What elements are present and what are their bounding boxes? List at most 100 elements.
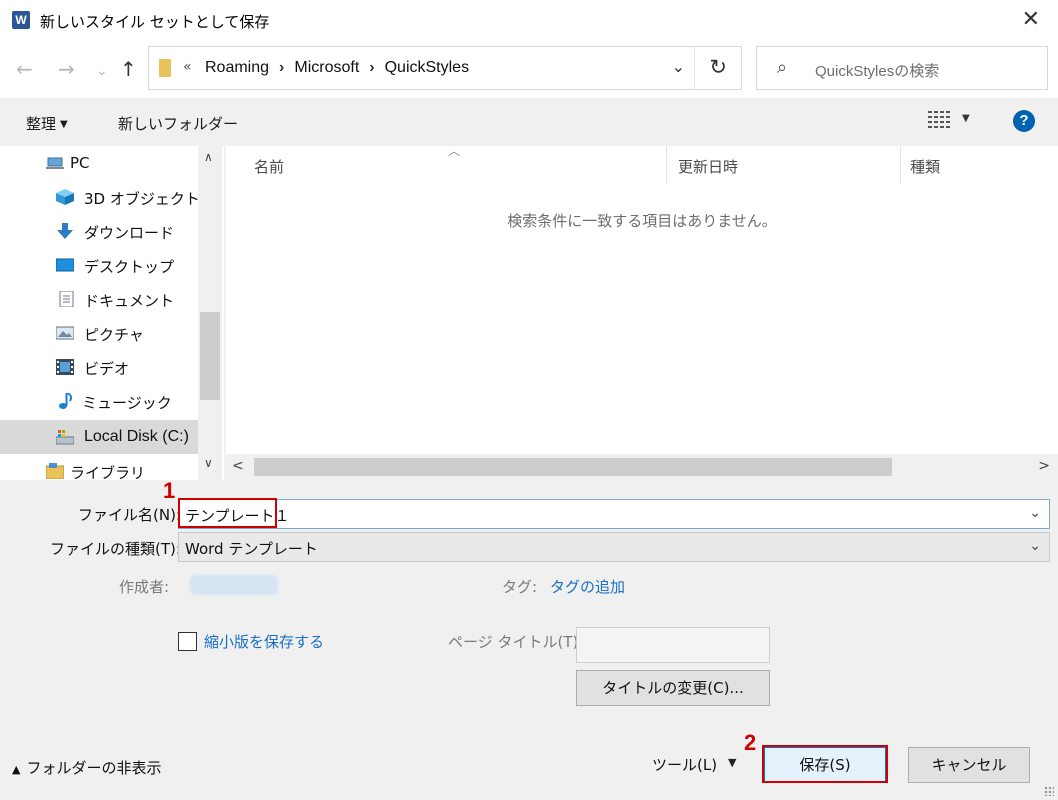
library-icon [46, 463, 64, 479]
address-dropdown-icon[interactable]: ⌄ [672, 57, 685, 76]
sidebar-item-label: デスクトップ [84, 258, 175, 276]
caret-down-icon: ▼ [60, 119, 68, 130]
command-toolbar: 整理 ▼ 新しいフォルダー ▼ ? [0, 98, 1058, 146]
author-label: 作成者: [119, 578, 170, 596]
save-thumbnail-label[interactable]: 縮小版を保存する [204, 631, 324, 652]
chevron-down-icon[interactable]: ⌄ [1029, 505, 1041, 521]
help-icon[interactable]: ? [1013, 110, 1035, 132]
documents-icon [59, 291, 74, 307]
tools-caret-icon[interactable]: ▼ [728, 756, 736, 769]
sidebar-item-desktop[interactable]: デスクトップ [0, 248, 198, 282]
resize-grip-icon[interactable] [1044, 786, 1054, 796]
close-icon[interactable]: ✕ [1022, 8, 1040, 32]
3d-objects-icon [56, 189, 74, 205]
back-arrow-icon[interactable]: ← [16, 58, 33, 80]
scroll-right-icon[interactable]: > [1038, 458, 1050, 474]
breadcrumb-separator-icon[interactable]: › [369, 59, 374, 76]
sidebar-item-label: 3D オブジェクト [84, 190, 200, 208]
desktop-icon [56, 258, 74, 272]
folder-icon [159, 59, 171, 77]
sidebar-item-label: ライブラリ [70, 464, 146, 480]
new-folder-button[interactable]: 新しいフォルダー [118, 113, 238, 134]
filename-field[interactable]: テンプレート１ ⌄ [178, 499, 1050, 529]
change-title-button[interactable]: タイトルの変更(C)... [576, 670, 770, 706]
forward-arrow-icon[interactable]: → [58, 58, 75, 80]
sidebar-item-pc[interactable]: PC [0, 146, 198, 180]
page-title-label: ページ タイトル(T): [448, 633, 584, 651]
video-icon [56, 359, 74, 375]
filename-label: ファイル名(N): [78, 506, 181, 524]
search-icon: ⌕ [777, 57, 788, 78]
annotation-number-2: 2 [744, 730, 757, 755]
recent-locations-chevron-icon[interactable]: ⌄ [96, 60, 108, 82]
address-bar[interactable]: « Roaming › Microsoft › QuickStyles ⌄ ↻ [148, 46, 742, 90]
sidebar-item-libraries[interactable]: ライブラリ [0, 454, 198, 480]
sidebar-item-music[interactable]: ミュージック [0, 384, 198, 418]
annotation-number-1: 1 [163, 478, 176, 503]
sidebar-item-label: ピクチャ [84, 326, 144, 344]
sidebar-item-pictures[interactable]: ピクチャ [0, 316, 198, 350]
view-caret-icon[interactable]: ▼ [962, 113, 970, 124]
search-placeholder: QuickStylesの検索 [815, 63, 940, 80]
annotation-highlight-save [762, 745, 888, 783]
pictures-icon [56, 326, 74, 340]
up-arrow-icon[interactable]: ↑ [120, 58, 137, 80]
page-title-field[interactable] [576, 627, 770, 663]
breadcrumb-quickstyles[interactable]: QuickStyles [385, 59, 469, 76]
annotation-highlight-filename [178, 498, 277, 528]
sidebar-item-videos[interactable]: ビデオ [0, 350, 198, 384]
horizontal-scrollbar[interactable]: < > [226, 454, 1058, 480]
window-title: 新しいスタイル セットとして保存 [40, 13, 270, 31]
view-options-icon[interactable] [928, 110, 950, 128]
filetype-label: ファイルの種類(T): [50, 540, 181, 558]
refresh-icon[interactable]: ↻ [709, 55, 727, 79]
breadcrumb-roaming[interactable]: Roaming [205, 59, 269, 76]
sidebar-item-3d-objects[interactable]: 3D オブジェクト [0, 180, 200, 214]
search-input[interactable]: ⌕ QuickStylesの検索 [756, 46, 1048, 90]
disk-icon [56, 430, 74, 445]
breadcrumb-separator-icon[interactable]: › [279, 59, 284, 76]
organize-label: 整理 [26, 115, 57, 133]
overflow-chevron-icon[interactable]: « [183, 59, 192, 75]
column-header-type[interactable]: 種類 [910, 156, 940, 177]
save-thumbnail-checkbox[interactable] [178, 632, 197, 651]
hide-folders-label: フォルダーの非表示 [26, 759, 162, 777]
scroll-up-icon[interactable]: ∧ [204, 150, 213, 164]
sidebar-item-label: ビデオ [84, 360, 130, 378]
scrollbar-thumb[interactable] [200, 312, 220, 400]
column-divider[interactable] [666, 146, 667, 184]
add-tag-link[interactable]: タグの追加 [550, 576, 625, 597]
sidebar-item-label: Local Disk (C:) [84, 428, 189, 445]
word-app-icon: W [12, 11, 30, 29]
chevron-down-icon[interactable]: ⌄ [1029, 538, 1041, 554]
navigation-scrollbar[interactable]: ∧ ∨ [198, 146, 222, 480]
file-list: ︿ 名前 更新日時 種類 検索条件に一致する項目はありません。 < > [226, 144, 1058, 480]
sidebar-item-documents[interactable]: ドキュメント [0, 282, 198, 316]
address-divider [694, 47, 695, 89]
hide-folders-button[interactable]: ▲ フォルダーの非表示 [12, 757, 161, 778]
scroll-down-icon[interactable]: ∨ [204, 456, 213, 470]
column-header-modified[interactable]: 更新日時 [678, 156, 738, 177]
author-value-blurred[interactable] [190, 575, 278, 595]
navigation-pane: PC 3D オブジェクト ダウンロード デスクトップ ドキュメント ピクチャ ビ… [0, 146, 224, 480]
sidebar-item-label: ミュージック [82, 394, 172, 412]
filetype-select[interactable]: Word テンプレート ⌄ [178, 532, 1050, 562]
sidebar-item-label: ダウンロード [84, 224, 175, 242]
scrollbar-thumb[interactable] [254, 458, 892, 476]
sidebar-item-label: PC [70, 154, 90, 172]
title-bar: W 新しいスタイル セットとして保存 ✕ [0, 0, 1058, 42]
breadcrumb-microsoft[interactable]: Microsoft [294, 59, 359, 76]
music-icon [59, 393, 73, 409]
column-header-name[interactable]: 名前 [254, 156, 284, 177]
cancel-button[interactable]: キャンセル [908, 747, 1030, 783]
pc-icon [46, 157, 64, 169]
sidebar-item-local-disk[interactable]: Local Disk (C:) [0, 420, 198, 454]
filetype-value: Word テンプレート [185, 540, 318, 558]
column-divider[interactable] [900, 146, 901, 184]
scroll-left-icon[interactable]: < [232, 458, 244, 474]
tools-button[interactable]: ツール(L) [652, 754, 717, 775]
organize-button[interactable]: 整理 ▼ [26, 113, 68, 134]
sidebar-item-downloads[interactable]: ダウンロード [0, 214, 198, 248]
sort-chevron-icon: ︿ [448, 144, 461, 158]
breadcrumb: Roaming › Microsoft › QuickStyles [205, 59, 469, 77]
